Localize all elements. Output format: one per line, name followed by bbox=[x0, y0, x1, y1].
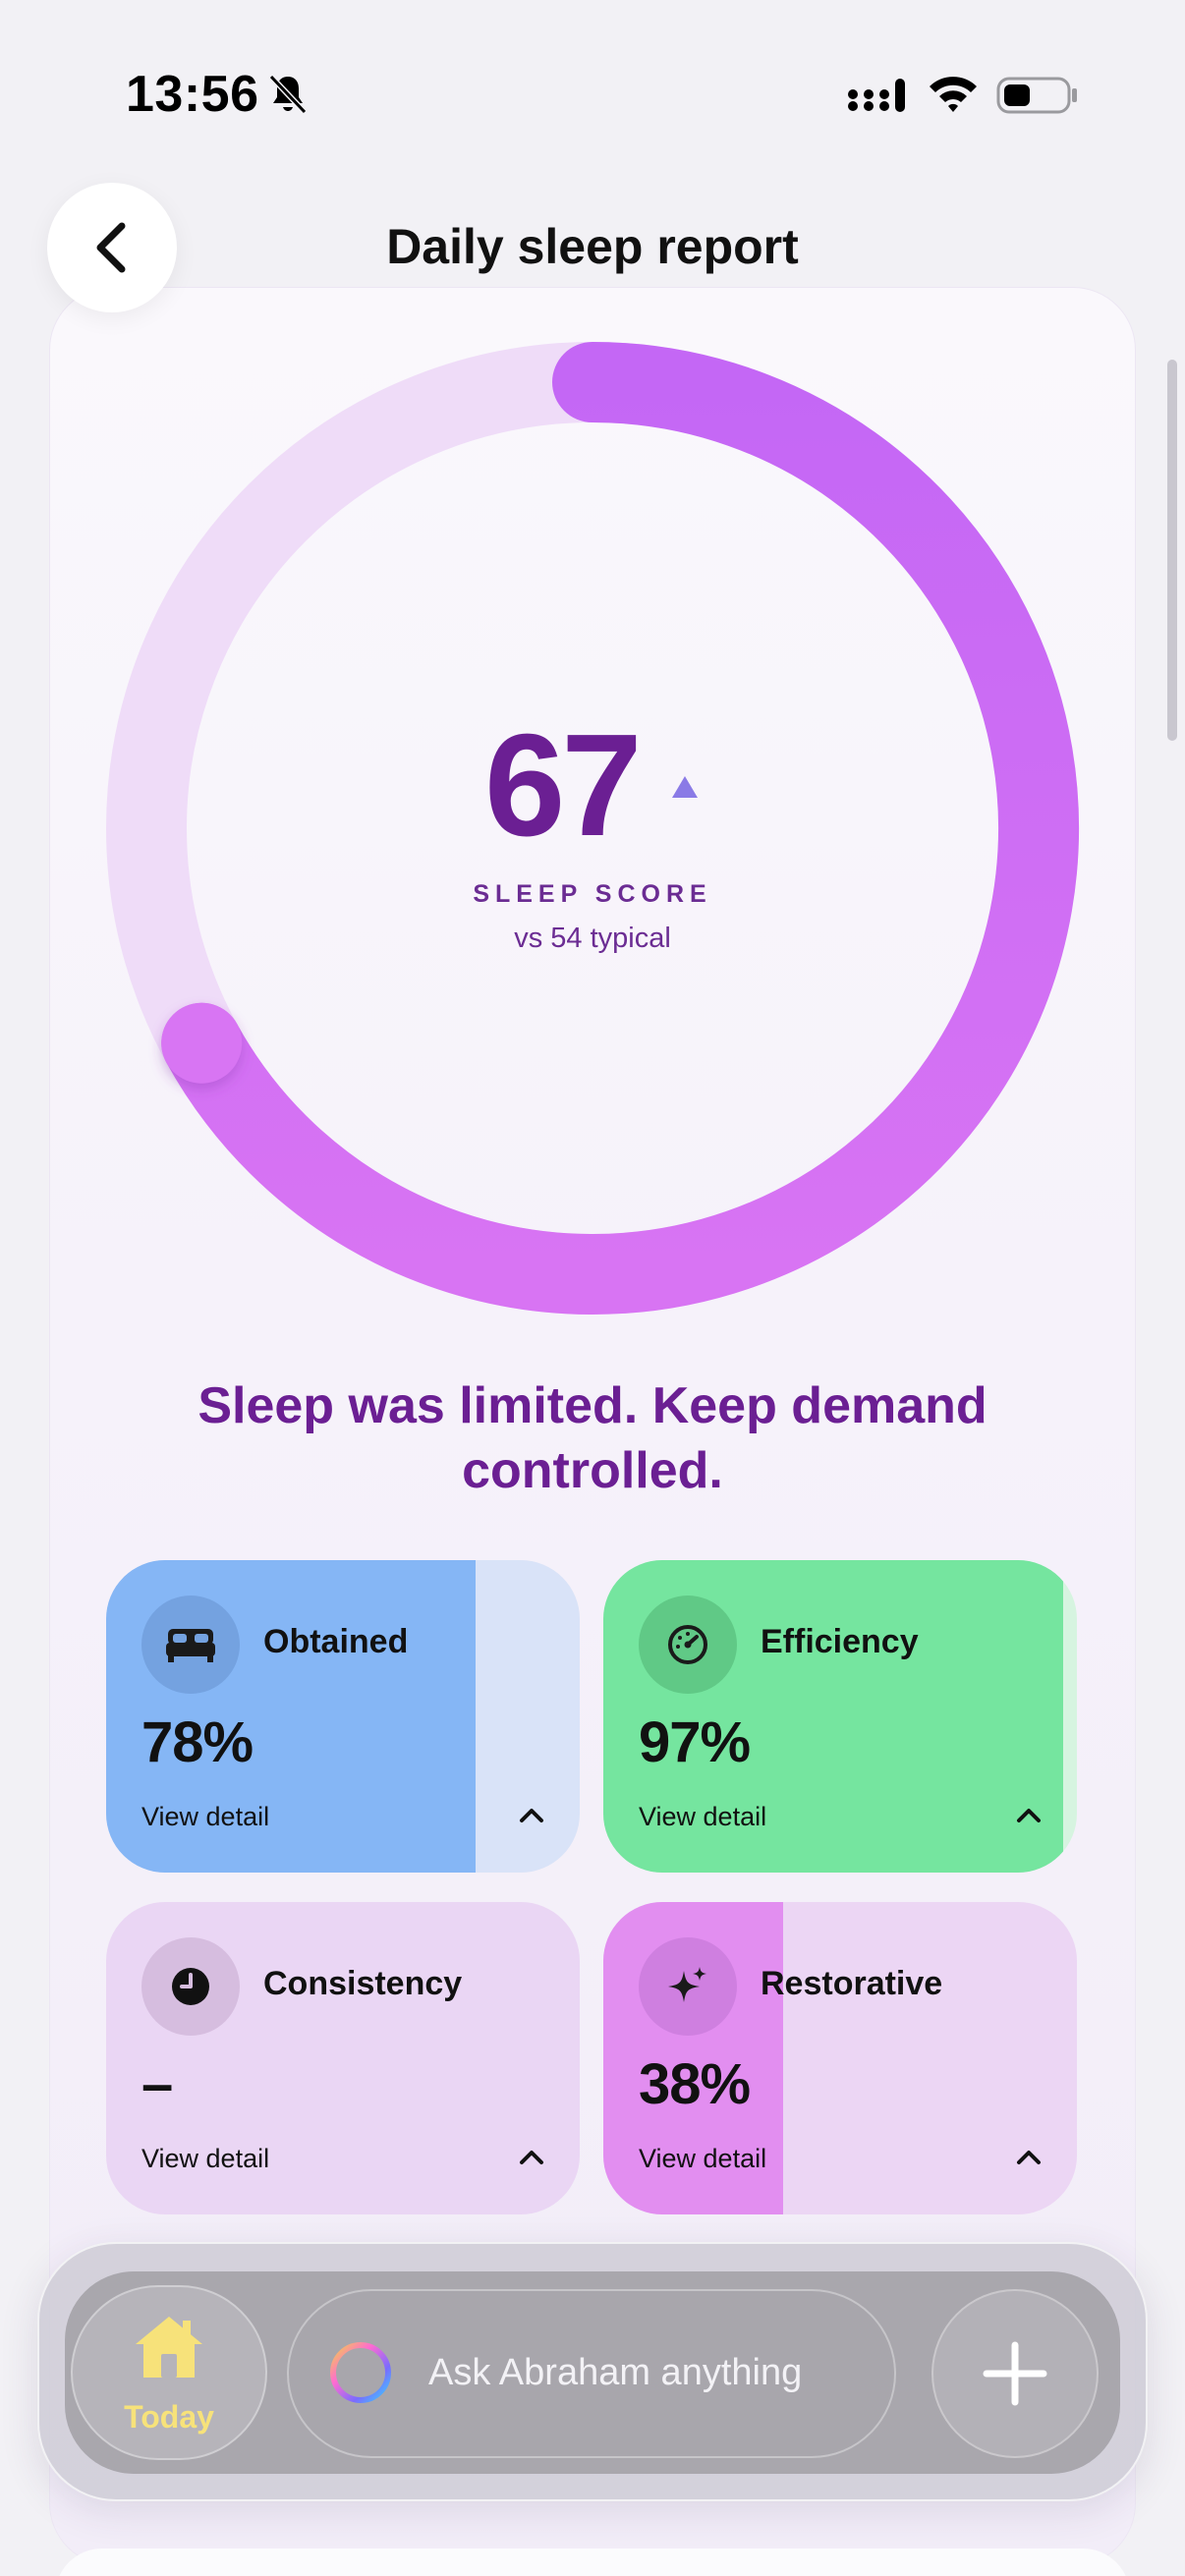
view-detail-link[interactable]: View detail bbox=[639, 2144, 766, 2174]
battery-icon bbox=[996, 77, 1077, 114]
ring-knob bbox=[161, 1002, 243, 1084]
tab-today-label: Today bbox=[124, 2399, 214, 2435]
signal-icon bbox=[848, 79, 905, 112]
page-title: Daily sleep report bbox=[386, 219, 799, 274]
clock-icon bbox=[172, 1968, 209, 2005]
metric-tile-consistency[interactable]: Consistency – View detail bbox=[106, 1902, 580, 2214]
bed-icon bbox=[166, 1629, 215, 1662]
metric-tile-obtained[interactable]: Obtained 78% View detail bbox=[106, 1560, 580, 1873]
plus-icon bbox=[983, 2341, 1047, 2406]
chevron-up-icon[interactable] bbox=[519, 2148, 544, 2165]
sleep-summary-headline: Sleep was limited. Keep demand controlle… bbox=[198, 1377, 988, 1499]
chevron-up-icon[interactable] bbox=[1016, 1806, 1042, 1823]
metric-value: 38% bbox=[639, 2052, 751, 2116]
view-detail-link[interactable]: View detail bbox=[141, 2144, 269, 2174]
metric-value: 97% bbox=[639, 1710, 751, 1774]
view-detail-link[interactable]: View detail bbox=[141, 1802, 269, 1832]
metric-title: Consistency bbox=[263, 1965, 463, 2002]
chevron-up-icon[interactable] bbox=[519, 1806, 544, 1823]
next-section-card bbox=[55, 2548, 1130, 2576]
sleep-score-value: 67 bbox=[484, 704, 643, 867]
sleep-score-label: SLEEP SCORE bbox=[473, 880, 712, 908]
metric-icon-badge bbox=[639, 1596, 737, 1694]
metric-tile-efficiency[interactable]: Efficiency 97% View detail bbox=[603, 1560, 1077, 1873]
metric-icon-badge bbox=[639, 1937, 737, 2036]
metric-title: Restorative bbox=[761, 1965, 943, 2002]
home-icon bbox=[136, 2317, 202, 2378]
status-bar: 13:56 bbox=[0, 0, 1185, 187]
ai-orb-icon bbox=[330, 2342, 391, 2403]
ask-assistant-placeholder: Ask Abraham anything bbox=[428, 2352, 803, 2393]
metric-value: 78% bbox=[141, 1710, 254, 1774]
metric-title: Obtained bbox=[263, 1623, 409, 1660]
metric-title: Efficiency bbox=[761, 1623, 919, 1660]
status-time: 13:56 bbox=[126, 66, 259, 123]
sleep-score-comparison: vs 54 typical bbox=[514, 923, 671, 954]
sparkle-icon bbox=[668, 1967, 706, 2002]
gauge-icon bbox=[668, 1625, 707, 1664]
trend-up-icon bbox=[672, 776, 698, 798]
metric-icon-badge bbox=[141, 1596, 240, 1694]
metric-icon-badge bbox=[141, 1937, 240, 2036]
chevron-up-icon[interactable] bbox=[1016, 2148, 1042, 2165]
bell-off-icon bbox=[268, 74, 308, 115]
wifi-icon bbox=[930, 77, 977, 112]
scrollbar[interactable] bbox=[1167, 360, 1177, 741]
metric-value: – bbox=[141, 2052, 173, 2116]
metric-tile-restorative[interactable]: Restorative 38% View detail bbox=[603, 1902, 1077, 2214]
view-detail-link[interactable]: View detail bbox=[639, 1802, 766, 1832]
